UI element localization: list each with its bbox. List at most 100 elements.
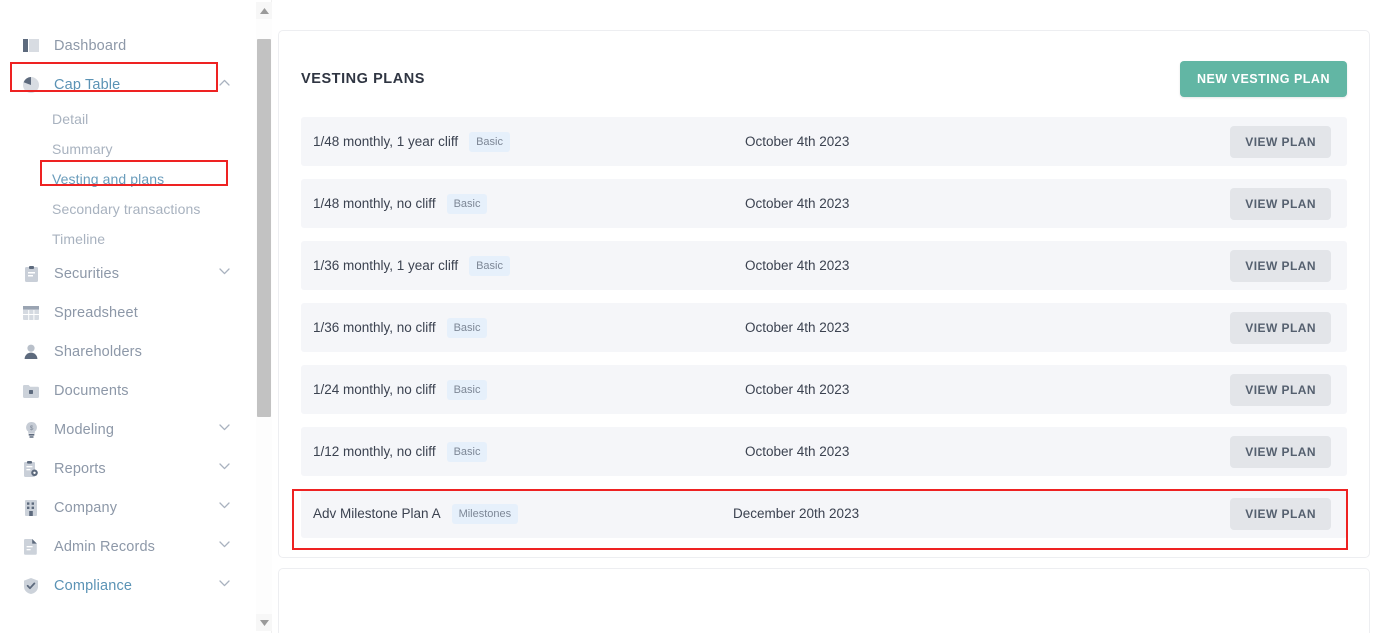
- pie-chart-icon: [22, 76, 40, 94]
- sidebar-subitem-label: Vesting and plans: [52, 171, 165, 187]
- plan-date: October 4th 2023: [745, 196, 850, 211]
- plan-type-badge: Basic: [469, 131, 510, 152]
- sidebar-item-label: Securities: [54, 265, 120, 282]
- view-plan-button[interactable]: VIEW PLAN: [1230, 187, 1331, 220]
- chevron-down-icon[interactable]: [219, 423, 230, 435]
- sidebar-item-label: Admin Records: [54, 538, 156, 555]
- scrollbar-track[interactable]: [256, 19, 272, 614]
- building-icon: [22, 499, 40, 517]
- sidebar-item-dashboard[interactable]: Dashboard: [0, 26, 252, 65]
- plan-type-badge: Basic: [446, 379, 488, 400]
- view-plan-button[interactable]: VIEW PLAN: [1230, 249, 1331, 282]
- sidebar-item-shareholders[interactable]: Shareholders: [0, 332, 252, 371]
- sidebar-item-compliance[interactable]: Compliance: [0, 566, 252, 605]
- chevron-down-icon[interactable]: [219, 540, 230, 552]
- admin-doc-icon: [22, 538, 40, 556]
- scroll-down-arrow-icon[interactable]: [256, 614, 272, 631]
- plan-date: October 4th 2023: [745, 382, 850, 397]
- page-title: VESTING PLANS: [301, 71, 425, 87]
- plan-name: Adv Milestone Plan A: [313, 506, 441, 521]
- sidebar-subitem-label: Secondary transactions: [52, 201, 201, 217]
- report-gear-icon: [22, 460, 40, 478]
- chevron-down-icon[interactable]: [219, 462, 230, 474]
- sidebar-item-modeling[interactable]: $ Modeling: [0, 410, 252, 449]
- view-plan-button[interactable]: VIEW PLAN: [1230, 373, 1331, 406]
- plan-type-badge: Basic: [446, 441, 488, 462]
- lightbulb-icon: $: [22, 421, 40, 439]
- plan-type-badge: Basic: [469, 255, 510, 276]
- sidebar-subitem-secondary-transactions[interactable]: Secondary transactions: [0, 194, 252, 224]
- sidebar-item-reports[interactable]: Reports: [0, 449, 252, 488]
- plan-date: October 4th 2023: [745, 258, 850, 273]
- vesting-plan-row[interactable]: 1/36 monthly, no cliff Basic October 4th 2…: [301, 303, 1347, 352]
- secondary-card: [278, 568, 1370, 633]
- view-plan-button[interactable]: VIEW PLAN: [1230, 435, 1331, 468]
- sidebar-item-label: Documents: [54, 382, 129, 399]
- scroll-up-arrow-icon[interactable]: [256, 2, 272, 19]
- plan-type-badge: Basic: [446, 193, 488, 214]
- sidebar-item-admin-records[interactable]: Admin Records: [0, 527, 252, 566]
- sidebar-item-securities[interactable]: Securities: [0, 254, 252, 293]
- sidebar-subitem-label: Summary: [52, 141, 113, 157]
- vesting-plans-card: VESTING PLANS NEW VESTING PLAN 1/48 mont…: [278, 30, 1370, 558]
- person-icon: [22, 343, 40, 361]
- view-plan-button[interactable]: VIEW PLAN: [1230, 497, 1331, 530]
- table-icon: [22, 304, 40, 322]
- sidebar-item-label: Cap Table: [54, 76, 121, 93]
- sidebar-item-label: Reports: [54, 460, 106, 477]
- scrollbar-thumb[interactable]: [257, 39, 271, 417]
- sidebar-item-label: Modeling: [54, 421, 115, 438]
- plan-date: October 4th 2023: [745, 444, 850, 459]
- plan-name: 1/24 monthly, no cliff: [313, 382, 436, 397]
- chevron-up-icon[interactable]: [219, 79, 230, 90]
- svg-text:$: $: [29, 425, 33, 432]
- vesting-plan-row[interactable]: Adv Milestone Plan A Milestones December 2…: [301, 489, 1347, 538]
- sidebar-item-label: Compliance: [54, 577, 133, 594]
- sidebar-item-company[interactable]: Company: [0, 488, 252, 527]
- dashboard-icon: [22, 37, 40, 55]
- plan-name: 1/48 monthly, no cliff: [313, 196, 436, 211]
- plan-type-badge: Milestones: [451, 503, 519, 524]
- clipboard-icon: [22, 265, 40, 283]
- plan-type-badge: Basic: [446, 317, 488, 338]
- sidebar-item-label: Company: [54, 499, 118, 516]
- vesting-plans-list: 1/48 monthly, 1 year cliff Basic October 4…: [279, 101, 1369, 538]
- chevron-down-icon[interactable]: [219, 267, 230, 279]
- sidebar-scrollbar[interactable]: [256, 0, 272, 633]
- sidebar-item-spreadsheet[interactable]: Spreadsheet: [0, 293, 252, 332]
- sidebar-item-cap-table[interactable]: Cap Table: [0, 65, 252, 104]
- card-header: VESTING PLANS NEW VESTING PLAN: [279, 31, 1369, 101]
- plan-name: 1/48 monthly, 1 year cliff: [313, 134, 459, 149]
- plan-name: 1/12 monthly, no cliff: [313, 444, 436, 459]
- shield-check-icon: [22, 577, 40, 595]
- sidebar-subitem-label: Detail: [52, 111, 89, 127]
- plan-name: 1/36 monthly, 1 year cliff: [313, 258, 459, 273]
- main-content: VESTING PLANS NEW VESTING PLAN 1/48 mont…: [272, 0, 1376, 633]
- sidebar-item-label: Shareholders: [54, 343, 143, 360]
- sidebar-subitem-label: Timeline: [52, 231, 106, 247]
- sidebar-item-documents[interactable]: Documents: [0, 371, 252, 410]
- plan-date: October 4th 2023: [745, 134, 850, 149]
- sidebar-subitem-summary[interactable]: Summary: [0, 134, 252, 164]
- plan-name: 1/36 monthly, no cliff: [313, 320, 436, 335]
- sidebar-item-label: Dashboard: [54, 37, 127, 54]
- new-vesting-plan-button[interactable]: NEW VESTING PLAN: [1179, 61, 1347, 97]
- plan-date: October 4th 2023: [745, 320, 850, 335]
- view-plan-button[interactable]: VIEW PLAN: [1230, 311, 1331, 344]
- sidebar-navigation: Dashboard Cap Table Detail Summary Vesting a…: [0, 0, 252, 633]
- sidebar-subitem-vesting-and-plans[interactable]: Vesting and plans: [0, 164, 252, 194]
- view-plan-button[interactable]: VIEW PLAN: [1230, 125, 1331, 158]
- app-window: Dashboard Cap Table Detail Summary Vesting a…: [0, 0, 1376, 633]
- vesting-plan-row[interactable]: 1/12 monthly, no cliff Basic October 4th 2…: [301, 427, 1347, 476]
- folder-lock-icon: [22, 382, 40, 400]
- vesting-plan-row[interactable]: 1/24 monthly, no cliff Basic October 4th 2…: [301, 365, 1347, 414]
- chevron-down-icon[interactable]: [219, 501, 230, 513]
- sidebar-subitem-timeline[interactable]: Timeline: [0, 224, 252, 254]
- vesting-plan-row[interactable]: 1/48 monthly, 1 year cliff Basic October 4…: [301, 117, 1347, 166]
- sidebar-subitem-detail[interactable]: Detail: [0, 104, 252, 134]
- plan-date: December 20th 2023: [733, 506, 860, 521]
- vesting-plan-row[interactable]: 1/36 monthly, 1 year cliff Basic October 4…: [301, 241, 1347, 290]
- sidebar-item-label: Spreadsheet: [54, 304, 138, 321]
- chevron-down-icon[interactable]: [219, 579, 230, 591]
- vesting-plan-row[interactable]: 1/48 monthly, no cliff Basic October 4th 2…: [301, 179, 1347, 228]
